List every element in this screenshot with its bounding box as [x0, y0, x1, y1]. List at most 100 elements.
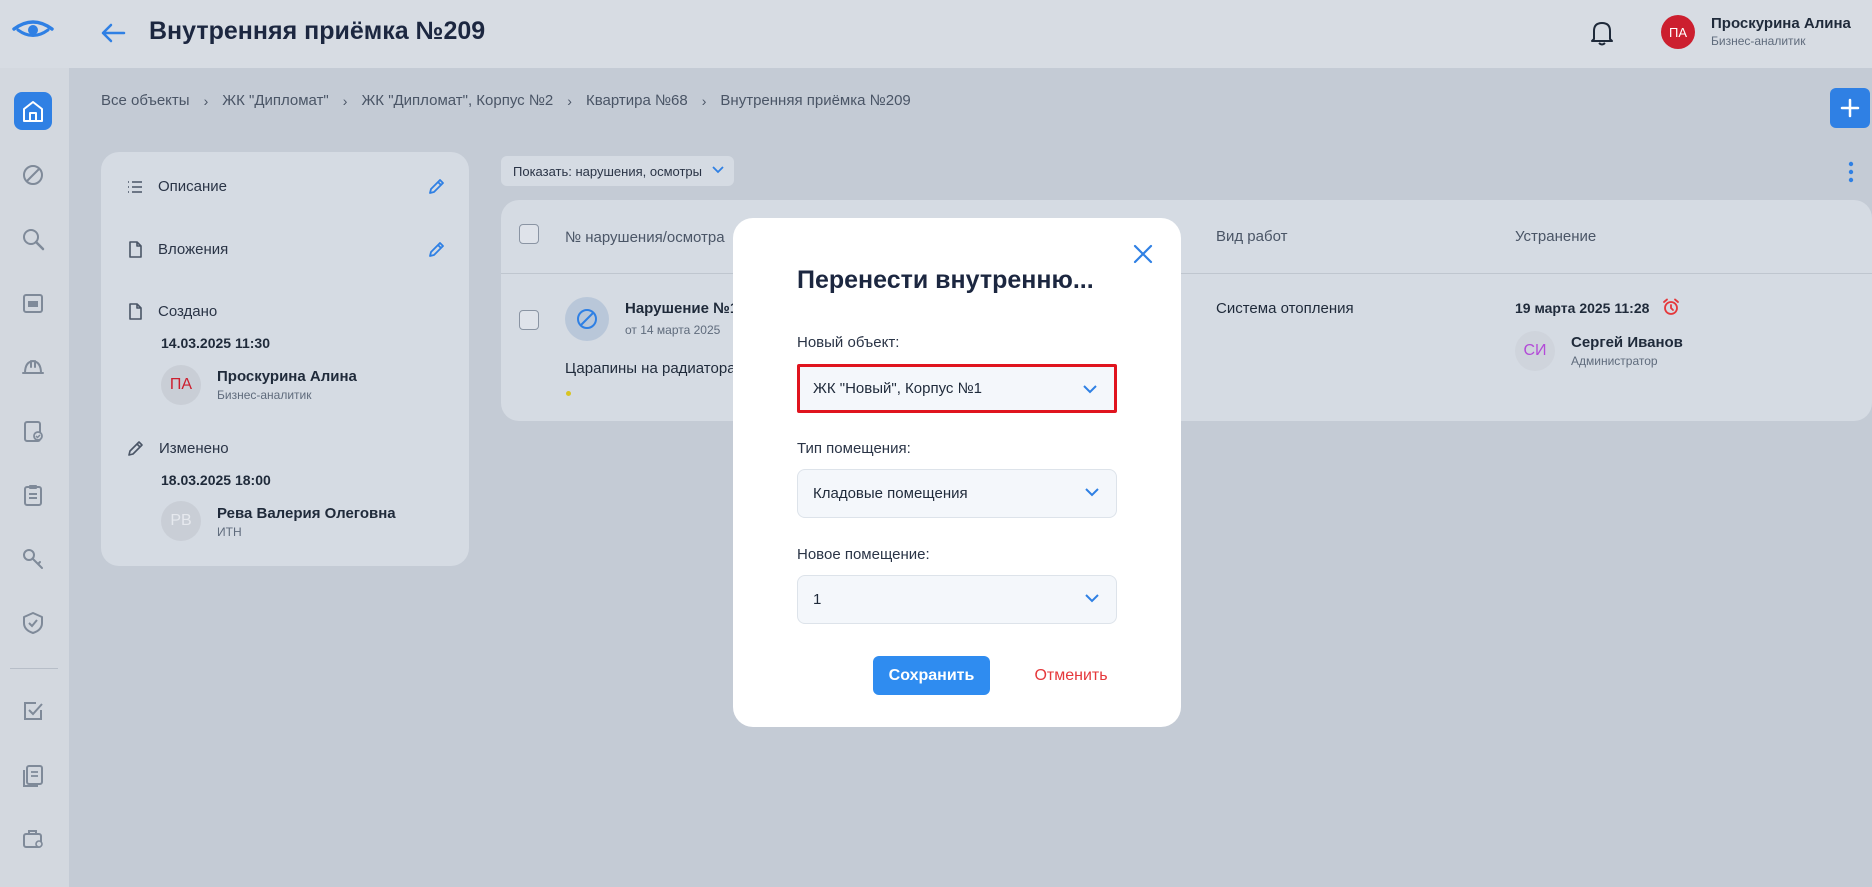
- column-header-fix[interactable]: Устранение: [1515, 228, 1596, 245]
- violation-title[interactable]: Нарушение №1: [625, 300, 738, 317]
- room-type-select[interactable]: Кладовые помещения: [797, 469, 1117, 518]
- file-icon: [129, 241, 142, 258]
- chevron-right-icon: ›: [701, 92, 707, 109]
- fix-date: 19 марта 2025 11:28: [1515, 300, 1650, 316]
- work-type-value: Система отопления: [1216, 300, 1354, 317]
- list-icon: [128, 180, 142, 193]
- column-header-work-type[interactable]: Вид работ: [1216, 228, 1287, 245]
- creator-role: Бизнес-аналитик: [217, 388, 312, 402]
- clipboard-icon: [24, 485, 42, 506]
- pencil-icon: [128, 441, 143, 456]
- description-label: Описание: [158, 178, 228, 195]
- sidebar-item-warranty[interactable]: [14, 604, 52, 642]
- sidebar-item-tasks[interactable]: [14, 476, 52, 514]
- briefcase-user-icon: [23, 830, 43, 848]
- user-name[interactable]: Проскурина Алина: [1711, 15, 1851, 32]
- sidebar-divider: [10, 668, 58, 669]
- chevron-right-icon: ›: [203, 92, 209, 109]
- documents-icon: [23, 765, 43, 787]
- created-date: 14.03.2025 11:30: [161, 335, 270, 351]
- breadcrumb-item[interactable]: Квартира №68: [586, 92, 688, 109]
- attachments-row[interactable]: Вложения: [127, 241, 228, 258]
- new-object-label: Новый объект:: [797, 334, 900, 351]
- assignee-avatar: СИ: [1515, 331, 1555, 371]
- user-avatar[interactable]: ПА: [1661, 15, 1695, 49]
- page-title: Внутренняя приёмка №209: [149, 17, 486, 45]
- prohibition-icon: [23, 165, 43, 185]
- chevron-right-icon: ›: [567, 92, 572, 109]
- sidebar-item-inspections[interactable]: [14, 220, 52, 258]
- chevron-right-icon: ›: [342, 92, 348, 109]
- chevron-down-icon: [1083, 385, 1097, 394]
- home-icon: [23, 101, 43, 122]
- back-arrow-icon[interactable]: [98, 18, 128, 48]
- calendar-icon: [23, 294, 43, 313]
- modifier-role: ИТН: [217, 525, 242, 539]
- row-divider: [501, 273, 1872, 274]
- attachments-label: Вложения: [158, 241, 229, 258]
- sidebar-item-briefcase[interactable]: [14, 820, 52, 858]
- breadcrumb-item[interactable]: Все объекты: [101, 92, 190, 109]
- breadcrumb-item-current: Внутренняя приёмка №209: [720, 92, 911, 109]
- sidebar-item-acceptance[interactable]: [14, 412, 52, 450]
- cancel-button[interactable]: Отменить: [1016, 656, 1126, 695]
- new-object-select[interactable]: ЖК "Новый", Корпус №1: [797, 364, 1117, 413]
- modified-row: Изменено: [127, 440, 229, 457]
- save-button[interactable]: Сохранить: [873, 656, 990, 695]
- close-icon[interactable]: [1131, 242, 1155, 266]
- modal-title: Перенести внутренню...: [797, 266, 1094, 294]
- new-room-select[interactable]: 1: [797, 575, 1117, 624]
- edit-pencil-icon[interactable]: [428, 178, 445, 195]
- modifier-name: Рева Валерия Олеговна: [217, 505, 396, 522]
- select-all-checkbox[interactable]: [519, 224, 539, 244]
- breadcrumb-item[interactable]: ЖК "Дипломат", Корпус №2: [361, 92, 553, 109]
- room-type-label: Тип помещения:: [797, 440, 911, 457]
- checkbox-icon: [24, 702, 43, 720]
- add-button[interactable]: [1830, 88, 1870, 128]
- sidebar-item-home[interactable]: [14, 92, 52, 130]
- alarm-clock-icon: [1663, 298, 1679, 315]
- breadcrumb: Все объекты › ЖК "Дипломат" › ЖК "Дипломат…: [101, 92, 911, 109]
- bell-icon[interactable]: [1589, 19, 1615, 47]
- room-type-value: Кладовые помещения: [813, 485, 968, 502]
- show-filter-dropdown[interactable]: Показать: нарушения, осмотры: [501, 156, 734, 186]
- status-dot: [566, 391, 571, 396]
- modifier-avatar: РВ: [161, 501, 201, 541]
- sidebar-item-calendar[interactable]: [14, 284, 52, 322]
- shield-check-icon: [23, 612, 43, 634]
- sidebar-item-keys[interactable]: [14, 540, 52, 578]
- created-label: Создано: [158, 303, 218, 320]
- info-card: Описание Вложения Создано 14.03.2025 11:…: [101, 152, 469, 566]
- breadcrumb-item[interactable]: ЖК "Дипломат": [222, 92, 329, 109]
- sidebar-item-construction[interactable]: [14, 348, 52, 386]
- modified-label: Изменено: [159, 440, 229, 457]
- helmet-icon: [22, 359, 44, 374]
- violation-date: от 14 марта 2025: [625, 323, 721, 337]
- new-room-label: Новое помещение:: [797, 546, 930, 563]
- sidebar: [0, 68, 69, 887]
- assignee-role: Администратор: [1571, 354, 1658, 368]
- edit-pencil-icon[interactable]: [428, 241, 445, 258]
- more-vertical-icon[interactable]: [1848, 161, 1854, 183]
- user-role: Бизнес-аналитик: [1711, 34, 1806, 48]
- sidebar-item-violations[interactable]: [14, 156, 52, 194]
- plus-icon: [1840, 98, 1860, 118]
- violations-table: № нарушения/осмотра Вид работ Устранение…: [501, 200, 1872, 421]
- violation-description: Царапины на радиатора: [565, 360, 736, 377]
- chevron-down-icon: [1085, 594, 1099, 603]
- file-icon: [129, 303, 142, 320]
- creator-name: Проскурина Алина: [217, 368, 357, 385]
- assignee-name: Сергей Иванов: [1571, 334, 1683, 351]
- sidebar-item-checklist[interactable]: [14, 692, 52, 730]
- key-icon: [23, 549, 43, 569]
- column-header-number[interactable]: № нарушения/осмотра: [565, 229, 725, 246]
- eye-logo-icon[interactable]: [12, 17, 54, 45]
- top-bar: Внутренняя приёмка №209 ПА Проскурина Ал…: [0, 0, 1872, 68]
- description-row[interactable]: Описание: [127, 178, 227, 195]
- row-checkbox[interactable]: [519, 310, 539, 330]
- modified-date: 18.03.2025 18:00: [161, 472, 271, 488]
- chevron-down-icon: [712, 166, 724, 174]
- sidebar-item-documents[interactable]: [14, 756, 52, 794]
- move-modal: Перенести внутренню... Новый объект: ЖК …: [733, 218, 1181, 727]
- chevron-down-icon: [1085, 488, 1099, 497]
